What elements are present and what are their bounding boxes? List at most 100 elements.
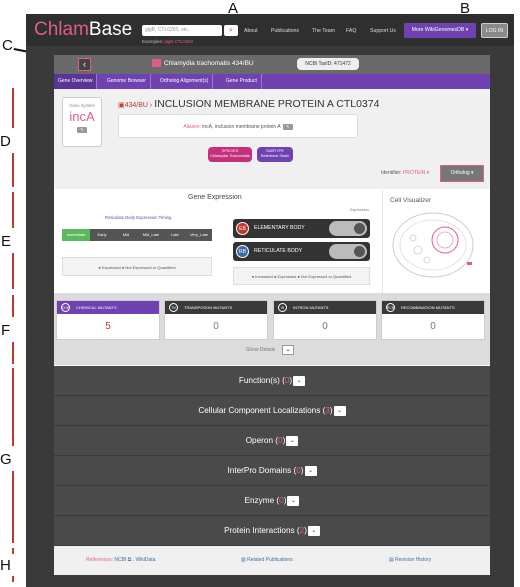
ncbi-link[interactable]: NCBI	[114, 557, 126, 563]
transposon-mutants-count: 0	[213, 321, 219, 332]
recombination-mutants-card[interactable]: RCB RECOMBINATION MUTANTS 0	[381, 300, 485, 340]
section-operon-label: Operon	[245, 436, 273, 446]
chevron-down-icon[interactable]: ⌄	[286, 436, 299, 446]
related-publications-label: Related Publications	[247, 557, 293, 563]
ortholog-select[interactable]: Ortholog ▾	[440, 165, 484, 182]
identifier-value: PROTEIN ▾	[402, 170, 430, 176]
back-button[interactable]: ‹	[78, 58, 91, 71]
top-navbar: ChlamBase glgB, CTL0260, etc. ⌕ Examples…	[26, 14, 514, 46]
subtype-pill-value: Reference Strain	[260, 154, 290, 158]
species-pill[interactable]: SPECIES Chlamydia Trachomatis	[208, 147, 252, 162]
related-publications-link[interactable]: ▥ Related Publications	[241, 557, 293, 563]
transposon-mutants-card[interactable]: TN TRANSPOSON MUTANTS 0	[164, 300, 268, 340]
cell-diagram	[392, 212, 474, 278]
identifier-select[interactable]: Identifier: PROTEIN ▾	[381, 170, 429, 176]
intron-mutants-card[interactable]: IN INTRON MUTANTS 0	[273, 300, 377, 340]
nav-link-about[interactable]: About	[244, 28, 258, 34]
chevron-down-icon[interactable]: ⌄	[287, 496, 300, 506]
gene-expression-title: Gene Expression	[188, 194, 242, 201]
expression-label: Expression	[350, 208, 369, 212]
section-protein-interactions[interactable]: Protein Interactions (2) ⌄	[54, 516, 490, 546]
chevron-down-icon[interactable]: ⌄	[333, 406, 346, 416]
aliases-value: incA, inclusion membrane protein A	[202, 124, 281, 130]
search-input[interactable]: glgB, CTL0260, etc.	[142, 25, 222, 36]
chevron-down-icon[interactable]: ⌄	[307, 526, 320, 536]
more-wikigenomes-dropdown[interactable]: More WikiGenomesDB ▾	[404, 23, 476, 38]
references-label: References:	[86, 557, 113, 563]
section-interpro-count: 0	[296, 466, 301, 476]
annotation-letter-h: H	[0, 557, 11, 574]
reticulate-body-toggle[interactable]	[329, 244, 367, 259]
edit-aliases-button[interactable]: ✎	[282, 123, 293, 130]
transposon-mutants-icon: TN	[169, 303, 178, 312]
identifier-label: Identifier:	[381, 170, 402, 176]
publications-icon: ▥	[241, 557, 246, 563]
intron-mutants-icon: IN	[278, 303, 287, 312]
chevron-down-icon[interactable]: ⌄	[304, 466, 317, 476]
annotation-bracket-e-bottom	[12, 253, 14, 289]
expression-timing-title: Reticulate Body Expression Timing	[105, 215, 172, 220]
wikidata-link[interactable]: WikiData	[135, 557, 155, 563]
section-operon[interactable]: Operon (0) ⌄	[54, 426, 490, 456]
nav-link-faq[interactable]: FAQ	[346, 28, 356, 34]
chemical-mutants-card[interactable]: CHE CHEMICAL MUTANTS 5	[56, 300, 160, 340]
cell-visualizer[interactable]	[382, 190, 490, 293]
ncbi-taxid-badge[interactable]: NCBI TaxID: 471472	[297, 58, 359, 70]
chevron-down-icon: ⌄	[285, 347, 291, 353]
section-enzyme-label: Enzyme	[244, 496, 275, 506]
stage-mid-late: Mid_Late	[142, 232, 160, 237]
elementary-body-toggle[interactable]	[329, 221, 367, 236]
alias-box: Aliases: incA, inclusion membrane protei…	[118, 114, 358, 138]
nav-link-publications[interactable]: Publications	[271, 28, 299, 34]
login-button[interactable]: LOG IN	[481, 23, 508, 38]
section-interactions-label: Protein Interactions	[224, 526, 295, 536]
elementary-body-label: ELEMENTARY BODY	[254, 225, 305, 231]
stage-late: Late	[171, 232, 179, 237]
stage-very-late: Very_Late	[189, 232, 208, 237]
search-button[interactable]: ⌕	[224, 25, 238, 36]
show-details-button[interactable]: ⌄	[282, 345, 294, 355]
annotation-bracket-d-top	[12, 88, 14, 128]
tab-gene-overview[interactable]: Gene Overview	[54, 74, 98, 89]
subtype-pill[interactable]: SUBTYPE Reference Strain	[257, 147, 293, 162]
edit-symbol-button[interactable]: ✎	[77, 127, 87, 133]
example-link-2[interactable]: CTL0260	[175, 39, 194, 44]
section-interactions-count: 2	[299, 526, 305, 536]
logo[interactable]: ChlamBase	[34, 20, 132, 40]
cell-visualizer-title: Cell Visualizer	[390, 197, 432, 204]
example-link-1[interactable]: glgB	[164, 39, 173, 44]
organism-name[interactable]: Chlamydia trachomatis 434/BU	[164, 60, 254, 67]
gene-title: ▣434/BU › INCLUSION MEMBRANE PROTEIN A C…	[118, 98, 380, 110]
annotation-letter-g: G	[0, 451, 12, 468]
section-operon-count: 0	[278, 436, 283, 446]
transposon-mutants-label: TRANSPOSON MUTANTS	[184, 305, 233, 310]
intron-mutants-label: INTRON MUTANTS	[293, 305, 329, 310]
search-icon: ⌕	[229, 27, 233, 34]
section-functions-count: 0	[284, 376, 290, 386]
expression-legend-2: ● Increased ● Expressed ● Not Expressed …	[233, 267, 370, 285]
recombination-mutants-count: 0	[430, 321, 436, 332]
annotation-bracket-h-top	[12, 548, 14, 554]
section-interpro-domains[interactable]: InterPro Domains (0) ⌄	[54, 456, 490, 486]
tab-ortholog-alignment[interactable]: Ortholog Alignment(s)	[156, 74, 214, 89]
revision-history-link[interactable]: ▤ Revision History	[389, 557, 431, 563]
nav-link-support[interactable]: Support Us	[370, 28, 396, 34]
tab-genome-browser[interactable]: Genome Browser	[103, 74, 151, 89]
section-functions[interactable]: Function(s) (0) ⌄	[54, 366, 490, 396]
chemical-mutants-icon: CHE	[61, 303, 70, 312]
chevron-down-icon[interactable]: ⌄	[293, 376, 306, 386]
tab-gene-product[interactable]: Gene Product	[222, 74, 262, 89]
strain-tag[interactable]: 434/BU	[125, 102, 148, 109]
annotation-letter-d: D	[0, 133, 11, 150]
references: References: NCBI ⧉ , WikiData	[86, 557, 156, 563]
annotation-bracket-d-bottom	[12, 153, 14, 187]
section-cellular-localizations[interactable]: Cellular Component Localizations (3) ⌄	[54, 396, 490, 426]
reticulate-body-label: RETICULATE BODY	[254, 248, 303, 254]
section-localizations-label: Cellular Component Localizations	[198, 406, 321, 416]
annotation-letter-c: C	[2, 37, 13, 54]
annotation-bracket-g-bottom	[12, 471, 14, 543]
annotation-bracket-h-bottom	[12, 576, 14, 582]
section-enzyme[interactable]: Enzyme (0) ⌄	[54, 486, 490, 516]
nav-link-team[interactable]: The Team	[312, 28, 335, 34]
logo-part1: Chlam	[34, 19, 89, 40]
